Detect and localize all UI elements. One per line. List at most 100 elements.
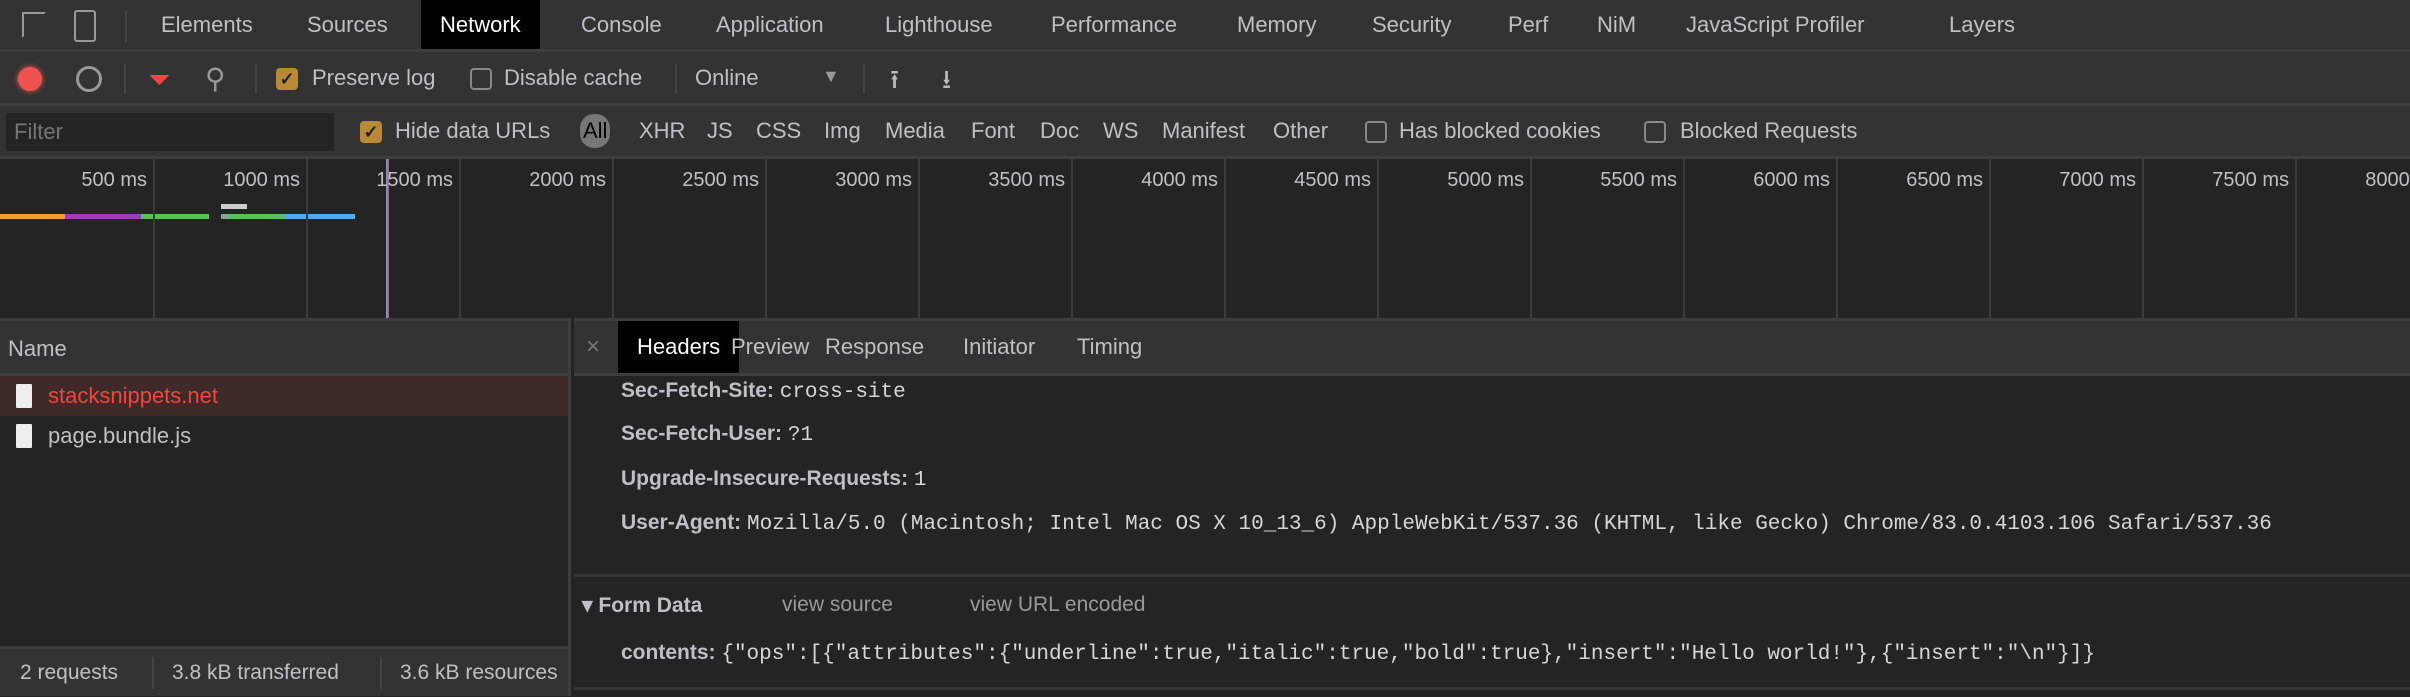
- tab-lighthouse[interactable]: Lighthouse: [885, 0, 993, 49]
- waterfall-queueing: [0, 214, 65, 219]
- timeline-gridline: [1836, 159, 1838, 318]
- filter-type-xhr[interactable]: XHR: [639, 118, 685, 144]
- filter-icon[interactable]: ⏷: [148, 64, 170, 97]
- request-row[interactable]: stacksnippets.net: [0, 376, 568, 416]
- status-bar: 2 requests 3.8 kB transferred 3.6 kB res…: [0, 646, 568, 696]
- filter-type-media[interactable]: Media: [885, 118, 945, 144]
- details-tab-headers[interactable]: Headers: [618, 321, 740, 373]
- hide-data-urls-checkbox[interactable]: ✓: [360, 121, 382, 143]
- waterfall-stalled: [221, 204, 247, 209]
- export-har-icon[interactable]: ⭳: [942, 61, 951, 105]
- tab-nim[interactable]: NiM: [1597, 0, 1636, 49]
- header-value: ?1: [787, 424, 814, 447]
- tab-memory[interactable]: Memory: [1237, 0, 1316, 49]
- timeline-gridline: [1530, 159, 1532, 318]
- details-tab-timing[interactable]: Timing: [1077, 321, 1142, 373]
- filter-type-other[interactable]: Other: [1273, 118, 1328, 144]
- request-row[interactable]: page.bundle.js: [0, 416, 568, 456]
- has-blocked-cookies-checkbox[interactable]: [1365, 121, 1387, 143]
- record-icon[interactable]: [18, 67, 42, 91]
- timeline-tick-label: 5000 ms: [1447, 169, 1524, 191]
- timeline-tick-label: 2000 ms: [529, 169, 606, 191]
- waterfall-waiting-2: [229, 214, 285, 219]
- tab-console[interactable]: Console: [581, 0, 662, 49]
- clear-icon[interactable]: [76, 66, 102, 92]
- devtools-tab-bar: Elements Sources Network Console Application…: [0, 0, 2410, 52]
- timeline-tick-label: 7000 ms: [2059, 169, 2136, 191]
- view-url-encoded-link[interactable]: view URL encoded: [970, 593, 1146, 617]
- disable-cache-checkbox[interactable]: [470, 68, 492, 90]
- filter-type-ws[interactable]: WS: [1103, 118, 1138, 144]
- details-tab-initiator[interactable]: Initiator: [963, 321, 1035, 373]
- tab-network[interactable]: Network: [421, 0, 540, 49]
- filter-type-font[interactable]: Font: [971, 118, 1015, 144]
- tab-performance[interactable]: Performance: [1051, 0, 1177, 49]
- form-data-toggle[interactable]: ▾ Form Data: [582, 593, 702, 618]
- request-name: stacksnippets.net: [48, 383, 218, 408]
- tab-security[interactable]: Security: [1372, 0, 1451, 49]
- waterfall-blocked: [221, 214, 229, 219]
- timeline-gridline: [1377, 159, 1379, 318]
- filter-bar: ✓ Hide data URLs All XHR JS CSS Img Media Font…: [0, 106, 2410, 159]
- timeline-gridline: [1683, 159, 1685, 318]
- request-header-row: User-Agent: Mozilla/5.0 (Macintosh; Inte…: [621, 511, 2272, 536]
- chevron-down-icon[interactable]: ▼: [822, 66, 840, 87]
- form-data-value: {"ops":[{"attributes":{"underline":true,…: [721, 643, 2095, 666]
- waterfall-download: [285, 214, 355, 219]
- request-name: page.bundle.js: [48, 423, 192, 448]
- requests-panel: Name stacksnippets.net page.bundle.js 2 r…: [0, 318, 571, 696]
- filter-input[interactable]: [6, 113, 334, 151]
- tab-elements[interactable]: Elements: [161, 0, 253, 49]
- inspect-element-icon[interactable]: [22, 12, 46, 38]
- filter-type-manifest[interactable]: Manifest: [1162, 118, 1245, 144]
- name-column-header[interactable]: Name: [0, 321, 568, 376]
- timeline-gridline: [1071, 159, 1073, 318]
- request-header-row: Sec-Fetch-Site: cross-site: [621, 379, 906, 404]
- waterfall-ssl: [65, 214, 141, 219]
- timeline-gridline: [459, 159, 461, 318]
- tab-perf[interactable]: Perf: [1508, 0, 1548, 49]
- import-har-icon[interactable]: ⭱: [890, 61, 899, 105]
- transferred-size: 3.8 kB transferred: [172, 661, 339, 684]
- timeline-tick-label: 6500 ms: [1906, 169, 1983, 191]
- disable-cache-label: Disable cache: [504, 65, 643, 90]
- request-header-row: Upgrade-Insecure-Requests: 1: [621, 467, 927, 492]
- tab-application[interactable]: Application: [716, 0, 824, 49]
- timeline-gridline: [612, 159, 614, 318]
- timeline-tick-label: 1500 ms: [376, 169, 453, 191]
- tab-sources[interactable]: Sources: [307, 0, 388, 49]
- timeline-tick-label: 3000 ms: [835, 169, 912, 191]
- filter-type-doc[interactable]: Doc: [1040, 118, 1079, 144]
- filter-type-css[interactable]: CSS: [756, 118, 801, 144]
- timeline-tick-label: 4000 ms: [1141, 169, 1218, 191]
- blocked-requests-checkbox[interactable]: [1644, 121, 1666, 143]
- close-icon[interactable]: ×: [586, 321, 600, 373]
- tab-layers[interactable]: Layers: [1949, 0, 2015, 49]
- request-header-row: Sec-Fetch-User: ?1: [621, 422, 813, 447]
- view-source-link[interactable]: view source: [782, 593, 893, 617]
- network-toolbar: ⏷ ⚲ ✓ Preserve log Disable cache Online …: [0, 52, 2410, 106]
- details-tab-bar: × Headers Preview Response Initiator Timing: [574, 321, 2410, 376]
- network-overview-timeline[interactable]: 500 ms 1000 ms 1500 ms 2000 ms 2500 ms 3000 m…: [0, 159, 2410, 318]
- request-details-panel: × Headers Preview Response Initiator Timing …: [574, 318, 2410, 696]
- device-toolbar-icon[interactable]: [74, 10, 96, 42]
- timeline-tick-label: 500 ms: [81, 169, 147, 191]
- timeline-gridline: [2295, 159, 2297, 318]
- form-data-key: contents:: [621, 641, 716, 664]
- form-data-title: Form Data: [598, 594, 703, 617]
- details-tab-response[interactable]: Response: [825, 321, 924, 373]
- search-icon[interactable]: ⚲: [205, 62, 226, 95]
- preserve-log-label: Preserve log: [312, 65, 436, 90]
- filter-type-img[interactable]: Img: [824, 118, 861, 144]
- preserve-log-checkbox[interactable]: ✓: [276, 68, 298, 90]
- hide-data-urls-label: Hide data URLs: [395, 118, 551, 143]
- tab-javascript-profiler[interactable]: JavaScript Profiler: [1686, 0, 1865, 49]
- filter-type-js[interactable]: JS: [707, 118, 733, 144]
- details-tab-preview[interactable]: Preview: [731, 321, 809, 373]
- filter-type-all[interactable]: All: [580, 114, 611, 148]
- header-key: User-Agent:: [621, 511, 742, 534]
- throttling-select[interactable]: Online: [695, 65, 759, 91]
- header-key: Upgrade-Insecure-Requests:: [621, 467, 909, 490]
- timeline-gridline: [153, 159, 155, 318]
- timeline-tick-label: 7500 ms: [2212, 169, 2289, 191]
